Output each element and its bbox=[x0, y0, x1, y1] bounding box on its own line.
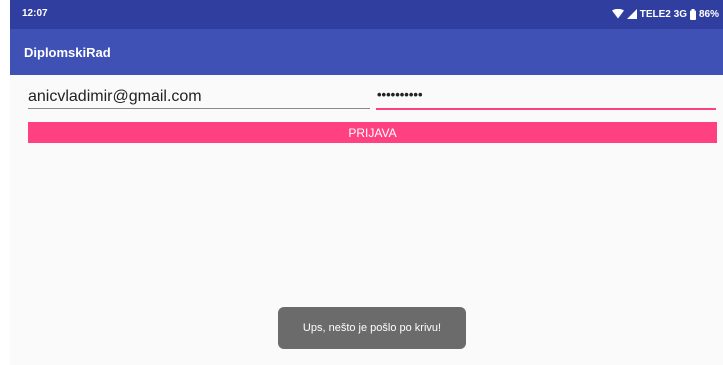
wifi-icon bbox=[611, 9, 624, 19]
device-screen: 12:07 TELE2 3G 86% DiplomskiRad anicvlad… bbox=[10, 0, 723, 365]
status-indicators: TELE2 3G 86% bbox=[611, 7, 719, 21]
status-bar: 12:07 TELE2 3G 86% bbox=[10, 0, 723, 29]
error-toast: Ups, nešto je pošlo po krivu! bbox=[278, 307, 466, 349]
app-title: DiplomskiRad bbox=[24, 45, 111, 60]
email-field[interactable]: anicvladimir@gmail.com bbox=[28, 82, 370, 109]
password-value: •••••••••• bbox=[377, 87, 423, 102]
toast-message: Ups, nešto je pošlo po krivu! bbox=[302, 322, 442, 334]
battery-icon bbox=[689, 8, 696, 20]
password-field[interactable]: •••••••••• bbox=[376, 82, 716, 110]
email-value: anicvladimir@gmail.com bbox=[28, 88, 202, 105]
login-button[interactable]: PRIJAVA bbox=[28, 122, 717, 143]
cellular-signal-icon bbox=[626, 9, 637, 19]
app-bar: DiplomskiRad bbox=[10, 29, 723, 75]
carrier-label: TELE2 3G bbox=[639, 8, 687, 20]
battery-percent: 86% bbox=[698, 8, 719, 20]
status-time: 12:07 bbox=[22, 8, 48, 19]
